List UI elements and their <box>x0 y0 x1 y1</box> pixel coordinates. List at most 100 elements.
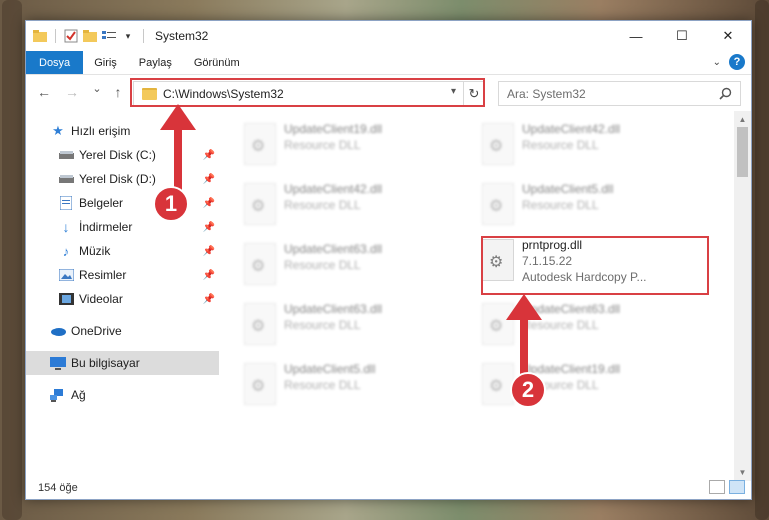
ribbon: Dosya Giriş Paylaş Görünüm ⌄ ? <box>26 51 751 75</box>
file-tile[interactable]: UpdateClient42.dll Resource DLL <box>224 177 454 235</box>
sidebar-item-label: Videolar <box>79 292 123 306</box>
sidebar-item-music[interactable]: ♪ Müzik 📌 <box>26 239 219 263</box>
view-options-icon[interactable] <box>102 29 116 43</box>
scroll-up-arrow-icon[interactable]: ▲ <box>734 111 751 128</box>
sidebar-item-downloads[interactable]: ↓ İndirmeler 📌 <box>26 215 219 239</box>
star-icon: ★ <box>52 123 64 138</box>
sidebar-item-pictures[interactable]: Resimler 📌 <box>26 263 219 287</box>
dll-file-icon <box>482 183 514 225</box>
dll-file-icon <box>482 123 514 165</box>
documents-icon <box>58 196 74 210</box>
help-button[interactable]: ? <box>729 54 745 70</box>
file-tile[interactable]: UpdateClient5.dll Resource DLL <box>462 177 692 235</box>
file-type: Resource DLL <box>284 378 361 392</box>
tab-home[interactable]: Giriş <box>83 51 128 74</box>
pin-icon[interactable]: 📌 <box>203 294 215 305</box>
file-tile[interactable]: UpdateClient63.dll Resource DLL <box>224 297 454 355</box>
folder-icon <box>33 29 47 43</box>
drive-icon <box>58 172 74 186</box>
sidebar-item-this-pc[interactable]: Bu bilgisayar <box>26 351 219 375</box>
file-name: UpdateClient5.dll <box>284 362 376 376</box>
file-tile[interactable]: UpdateClient19.dll Resource DLL <box>224 117 454 175</box>
tab-share[interactable]: Paylaş <box>128 51 183 74</box>
file-type: Resource DLL <box>522 198 599 212</box>
download-icon: ↓ <box>62 219 70 235</box>
file-tile[interactable]: UpdateClient42.dll Resource DLL <box>462 117 692 175</box>
dll-file-icon <box>244 123 276 165</box>
tiles-view-icon[interactable] <box>729 480 745 494</box>
file-name: UpdateClient63.dll <box>284 242 383 256</box>
callout-badge-two: 2 <box>510 372 546 408</box>
pin-icon[interactable]: 📌 <box>203 246 215 257</box>
dll-file-icon <box>244 183 276 225</box>
background-tree <box>2 0 22 520</box>
up-arrow-icon[interactable]: ↑ <box>110 84 126 100</box>
sidebar-item-network[interactable]: Ağ <box>26 383 219 407</box>
file-type: Resource DLL <box>284 318 361 332</box>
ribbon-right-controls: ⌄ ? <box>713 54 745 70</box>
back-arrow-icon[interactable]: ← <box>36 84 52 100</box>
file-highlight-box <box>481 236 709 295</box>
search-placeholder[interactable]: Ara: System32 <box>507 87 586 101</box>
file-name: UpdateClient5.dll <box>522 182 614 196</box>
search-box[interactable]: Ara: System32 <box>498 81 741 106</box>
sidebar-item-label: Resimler <box>79 268 127 282</box>
scrollbar-thumb[interactable] <box>737 127 748 177</box>
details-view-icon[interactable] <box>709 480 725 494</box>
sidebar-item-label: Müzik <box>79 244 111 258</box>
computer-icon <box>50 356 66 370</box>
sidebar-item-label: Belgeler <box>79 196 124 210</box>
music-icon: ♪ <box>62 243 70 259</box>
file-name: UpdateClient42.dll <box>522 122 621 136</box>
file-tile[interactable]: UpdateClient5.dll Resource DLL <box>224 357 454 415</box>
tab-view[interactable]: Görünüm <box>183 51 251 74</box>
drive-icon <box>58 148 74 162</box>
callout-arrow-up <box>160 104 196 192</box>
background-tree <box>755 0 769 520</box>
new-folder-icon[interactable] <box>83 29 97 43</box>
dll-file-icon <box>244 243 276 285</box>
maximize-button[interactable]: ☐ <box>659 21 705 51</box>
file-name: UpdateClient63.dll <box>284 302 383 316</box>
minimize-button[interactable]: — <box>613 21 659 51</box>
sidebar-item-videos[interactable]: Videolar 📌 <box>26 287 219 311</box>
cloud-icon <box>50 324 66 338</box>
toolbar-divider <box>55 29 56 43</box>
file-type: Resource DLL <box>284 258 361 272</box>
pin-icon[interactable]: 📌 <box>203 270 215 281</box>
sidebar-item-onedrive[interactable]: OneDrive <box>26 319 219 343</box>
file-name: UpdateClient19.dll <box>284 122 383 136</box>
sidebar-item-label: OneDrive <box>71 324 122 338</box>
search-icon <box>719 87 732 103</box>
dll-file-icon <box>244 303 276 345</box>
close-button[interactable]: ✕ <box>705 21 751 51</box>
status-bar: 154 öğe <box>26 477 751 499</box>
pin-icon[interactable]: 📌 <box>203 222 215 233</box>
network-icon <box>50 388 66 402</box>
tab-file[interactable]: Dosya <box>26 51 84 74</box>
window-title: System32 <box>155 29 209 43</box>
quick-access-toolbar: ▾ <box>26 29 147 43</box>
view-toggle <box>709 480 745 494</box>
title-bar: ▾ System32 — ☐ ✕ <box>26 21 751 51</box>
sidebar-item-label: Yerel Disk (C:) <box>79 148 156 162</box>
video-icon <box>58 292 74 306</box>
dll-file-icon <box>244 363 276 405</box>
properties-icon[interactable] <box>64 29 78 43</box>
window-controls: — ☐ ✕ <box>613 21 751 51</box>
file-type: Resource DLL <box>522 138 599 152</box>
forward-arrow-icon[interactable]: → <box>64 84 80 100</box>
file-type: Resource DLL <box>284 138 361 152</box>
file-list: UpdateClient19.dll Resource DLL UpdateCli… <box>224 111 736 481</box>
item-count: 154 öğe <box>38 482 78 494</box>
sidebar-item-label: İndirmeler <box>79 220 133 234</box>
file-tile[interactable]: UpdateClient63.dll Resource DLL <box>224 237 454 295</box>
toolbar-divider <box>143 29 144 43</box>
sidebar-item-label: Hızlı erişim <box>71 124 131 138</box>
expand-ribbon-chevron-icon[interactable]: ⌄ <box>713 57 721 68</box>
callout-badge-one: 1 <box>153 186 189 222</box>
vertical-scrollbar[interactable]: ▲ ▼ <box>734 111 751 481</box>
recent-locations-chevron-icon[interactable]: ⌄ <box>89 82 105 95</box>
customize-toolbar-chevron-icon[interactable]: ▾ <box>121 29 135 43</box>
file-type: Resource DLL <box>284 198 361 212</box>
